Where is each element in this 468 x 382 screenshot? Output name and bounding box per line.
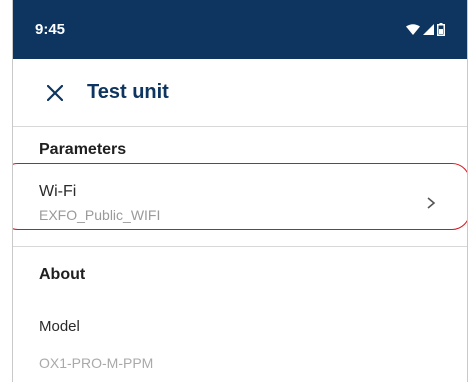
wifi-label: Wi-Fi (39, 183, 77, 200)
status-time: 9:45 (35, 21, 66, 38)
signal-icon (423, 24, 434, 35)
close-icon[interactable] (43, 81, 67, 105)
wifi-network-name: EXFO_Public_WIFI (39, 207, 161, 223)
model-value: OX1-PRO-M-PPM (39, 355, 154, 371)
model-label: Model (39, 318, 80, 335)
wifi-icon (406, 24, 420, 35)
status-icons (406, 23, 445, 36)
parameters-header: Parameters (39, 141, 127, 158)
about-header: About (39, 266, 86, 283)
chevron-right-icon (425, 196, 437, 210)
phone-screen: 9:45 Test unit Parameters Wi-Fi EXFO_Pub… (12, 0, 468, 382)
wifi-setting-row[interactable]: Wi-Fi EXFO_Public_WIFI (13, 163, 467, 236)
status-bar: 9:45 (13, 0, 467, 59)
battery-icon (437, 23, 445, 36)
app-bar: Test unit (13, 59, 467, 127)
page-title: Test unit (87, 81, 169, 103)
